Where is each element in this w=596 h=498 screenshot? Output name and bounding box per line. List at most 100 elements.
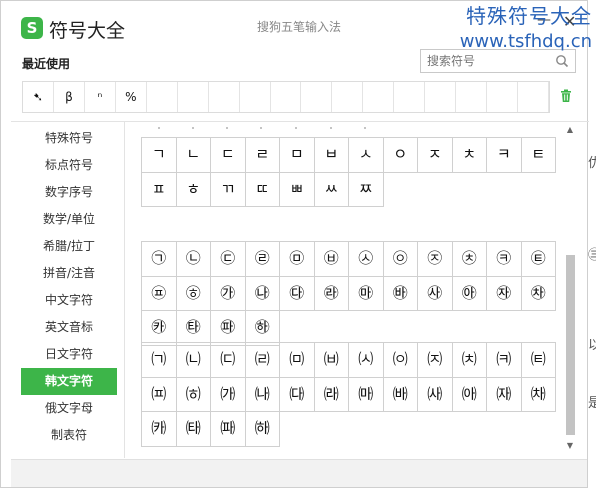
symbol-cell[interactable]: ㉥	[314, 242, 349, 277]
symbol-cell[interactable]: ㈚	[211, 412, 246, 447]
search-input[interactable]	[421, 50, 547, 72]
symbol-cell[interactable]: ㈍	[176, 377, 211, 412]
search-box[interactable]	[420, 49, 576, 73]
symbol-cell[interactable]: ㉬	[142, 276, 177, 311]
symbol-cell[interactable]: ㉯	[245, 276, 280, 311]
symbol-cell[interactable]: ㅂ	[314, 138, 349, 173]
symbol-cell[interactable]: ㈓	[383, 377, 418, 412]
recent-symbol-cell[interactable]	[301, 82, 333, 112]
sidebar-category-item[interactable]: 俄文字母	[21, 395, 117, 422]
symbol-cell[interactable]: ㉤	[280, 242, 315, 277]
symbol-cell[interactable]: ㈌	[142, 377, 177, 412]
sidebar-category-item[interactable]: 数学/单位	[21, 206, 117, 233]
sidebar-category-item[interactable]: 标点符号	[21, 152, 117, 179]
symbol-cell[interactable]: ㈃	[245, 343, 280, 378]
symbol-cell[interactable]: ㈐	[280, 377, 315, 412]
symbol-cell[interactable]: ㅎ	[176, 172, 211, 207]
symbol-cell[interactable]: ㅍ	[142, 172, 177, 207]
recent-symbol-cell[interactable]	[425, 82, 457, 112]
symbol-cell[interactable]: ㈋	[521, 343, 556, 378]
symbol-cell[interactable]: ㄸ	[245, 172, 280, 207]
symbol-cell[interactable]: ㉨	[418, 242, 453, 277]
symbol-cell[interactable]: ㉩	[452, 242, 487, 277]
symbol-cell[interactable]: ㈖	[487, 377, 522, 412]
symbol-cell[interactable]: ㈄	[280, 343, 315, 378]
symbol-cell[interactable]: ㉲	[349, 276, 384, 311]
symbol-cell[interactable]: ㅈ	[418, 138, 453, 173]
symbol-cell[interactable]: ㅃ	[280, 172, 315, 207]
symbol-cell[interactable]: ㅊ	[452, 138, 487, 173]
symbol-cell[interactable]: ㅌ	[521, 138, 556, 173]
symbol-cell[interactable]: ㅇ	[383, 138, 418, 173]
scroll-up-icon[interactable]: ▲	[565, 125, 575, 135]
sidebar-category-item[interactable]: 中文字符	[21, 287, 117, 314]
symbol-cell[interactable]: ㈘	[142, 412, 177, 447]
symbol-cell[interactable]: ㈅	[314, 343, 349, 378]
symbol-cell[interactable]: ㈁	[176, 343, 211, 378]
symbol-cell[interactable]: ㉣	[245, 242, 280, 277]
sidebar-category-item[interactable]: 希腊/拉丁	[21, 233, 117, 260]
sidebar-category-item[interactable]: 数字序号	[21, 179, 117, 206]
recent-symbol-cell[interactable]	[332, 82, 364, 112]
symbol-cell[interactable]: ㉱	[314, 276, 349, 311]
symbol-cell[interactable]: ㈇	[383, 343, 418, 378]
vertical-scrollbar[interactable]: ▲ ▼	[565, 125, 575, 451]
recent-symbol-cell[interactable]	[394, 82, 426, 112]
symbol-cell[interactable]: ㅋ	[487, 138, 522, 173]
recent-symbol-cell[interactable]	[518, 82, 549, 112]
symbol-cell[interactable]: ㈈	[418, 343, 453, 378]
recent-symbol-cell[interactable]	[487, 82, 518, 112]
symbol-cell[interactable]: ㈏	[245, 377, 280, 412]
symbol-cell[interactable]: ㈆	[349, 343, 384, 378]
recent-symbol-cell[interactable]	[271, 82, 302, 112]
scroll-thumb[interactable]	[566, 255, 575, 435]
symbol-cell[interactable]: ㅁ	[280, 138, 315, 173]
symbol-cell[interactable]: ㈀	[142, 343, 177, 378]
symbol-cell[interactable]: ㉵	[452, 276, 487, 311]
symbol-cell[interactable]: ㉸	[142, 311, 177, 346]
recent-symbol-cell[interactable]	[147, 82, 178, 112]
symbol-cell[interactable]: ㉫	[521, 242, 556, 277]
recent-symbol-cell[interactable]: %	[116, 82, 147, 112]
recent-symbol-cell[interactable]	[240, 82, 271, 112]
symbol-cell[interactable]: ㉧	[383, 242, 418, 277]
symbol-cell[interactable]: ㄷ	[211, 138, 246, 173]
symbol-cell[interactable]: ㅆ	[314, 172, 349, 207]
search-icon[interactable]	[555, 54, 569, 68]
symbol-cell[interactable]: ㅉ	[349, 172, 384, 207]
symbol-cell[interactable]: ㈙	[176, 412, 211, 447]
symbol-cell[interactable]: ㉴	[418, 276, 453, 311]
symbol-cell[interactable]: ㉠	[142, 242, 177, 277]
symbol-cell[interactable]: ㈛	[245, 412, 280, 447]
symbol-cell[interactable]: ㈉	[452, 343, 487, 378]
recent-symbol-cell[interactable]	[456, 82, 488, 112]
symbol-cell[interactable]: ㉷	[521, 276, 556, 311]
recent-symbol-cell[interactable]: β	[54, 82, 85, 112]
symbol-cell[interactable]: ㈎	[211, 377, 246, 412]
sidebar-category-item[interactable]: 英文音标	[21, 314, 117, 341]
recent-symbol-cell[interactable]	[209, 82, 240, 112]
symbol-cell[interactable]: ㄱ	[142, 138, 177, 173]
sidebar-category-item[interactable]: 日文字符	[21, 341, 117, 368]
symbol-cell[interactable]: ㈗	[521, 377, 556, 412]
symbol-cell[interactable]: ㈂	[211, 343, 246, 378]
symbol-cell[interactable]: ㉡	[176, 242, 211, 277]
symbol-cell[interactable]: ㄲ	[211, 172, 246, 207]
symbol-cell[interactable]: ㈒	[349, 377, 384, 412]
trash-icon[interactable]	[559, 89, 573, 103]
recent-symbol-cell[interactable]	[363, 82, 395, 112]
symbol-cell[interactable]: ㉰	[280, 276, 315, 311]
symbol-cell[interactable]: ㉳	[383, 276, 418, 311]
symbol-cell[interactable]: ㉮	[211, 276, 246, 311]
symbol-cell[interactable]: ㈊	[487, 343, 522, 378]
symbol-cell[interactable]: ㉺	[211, 311, 246, 346]
symbol-cell[interactable]: ㉻	[245, 311, 280, 346]
symbol-cell[interactable]: ㅅ	[349, 138, 384, 173]
scroll-down-icon[interactable]: ▼	[565, 441, 575, 451]
symbol-cell[interactable]: ㈔	[418, 377, 453, 412]
sidebar-category-item[interactable]: 制表符	[21, 422, 117, 449]
symbol-cell[interactable]: ㉶	[487, 276, 522, 311]
symbol-cell[interactable]: ㄹ	[245, 138, 280, 173]
sidebar-category-item[interactable]: 特殊符号	[21, 125, 117, 152]
symbol-cell[interactable]: ㈕	[452, 377, 487, 412]
